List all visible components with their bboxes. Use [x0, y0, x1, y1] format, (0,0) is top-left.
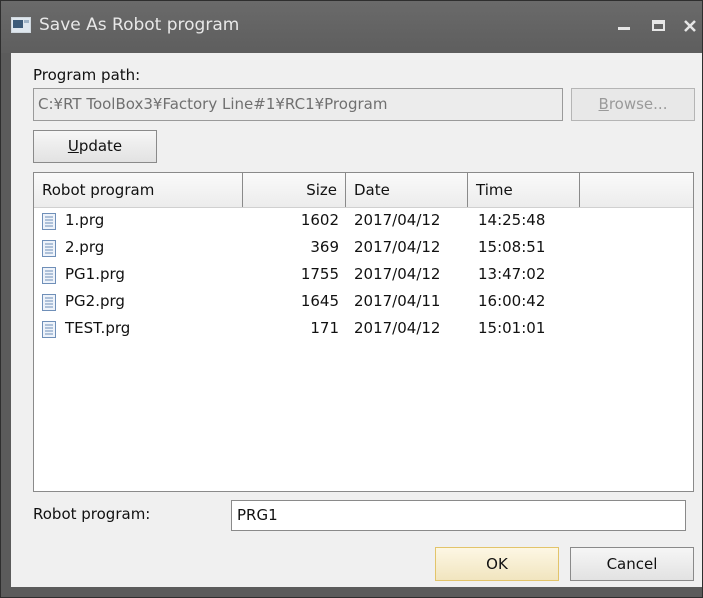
file-size: 369 [310, 238, 339, 256]
document-icon [42, 212, 56, 230]
browse-label: rowse... [608, 95, 668, 113]
browse-mnemonic: B [598, 95, 609, 113]
column-header-size[interactable]: Size [243, 173, 346, 207]
close-icon[interactable] [679, 14, 703, 38]
robot-program-input[interactable]: PRG1 [231, 500, 686, 531]
document-icon [42, 293, 56, 311]
robot-program-label: Robot program: [33, 505, 151, 523]
file-date: 2017/04/12 [354, 211, 441, 229]
file-date: 2017/04/12 [354, 265, 441, 283]
file-name: PG2.prg [65, 292, 125, 310]
file-time: 16:00:42 [478, 292, 546, 310]
list-header: Robot program Size Date Time [34, 173, 693, 208]
minimize-icon[interactable] [613, 14, 637, 38]
list-item[interactable]: PG1.prg 1755 2017/04/12 13:47:02 [34, 261, 693, 288]
list-item[interactable]: 2.prg 369 2017/04/12 15:08:51 [34, 234, 693, 261]
document-icon [42, 320, 56, 338]
file-size: 1645 [300, 292, 339, 310]
column-header-date[interactable]: Date [346, 173, 468, 207]
robot-program-list[interactable]: Robot program Size Date Time 1.prg 1602 … [33, 172, 694, 492]
ok-button[interactable]: OK [435, 547, 559, 581]
save-as-dialog: Save As Robot program Program path: C:¥R… [0, 0, 703, 598]
file-time: 15:08:51 [478, 238, 546, 256]
file-time: 13:47:02 [478, 265, 546, 283]
dialog-content: Program path: C:¥RT ToolBox3¥Factory Lin… [11, 53, 702, 587]
file-size: 1602 [300, 211, 339, 229]
file-name: 1.prg [65, 211, 105, 229]
window-app-icon [11, 16, 31, 34]
browse-button[interactable]: Browse... [571, 88, 695, 121]
file-name: 2.prg [65, 238, 105, 256]
file-name: TEST.prg [65, 319, 131, 337]
list-item[interactable]: 1.prg 1602 2017/04/12 14:25:48 [34, 207, 693, 234]
list-item[interactable]: PG2.prg 1645 2017/04/11 16:00:42 [34, 288, 693, 315]
file-time: 15:01:01 [478, 319, 546, 337]
file-time: 14:25:48 [478, 211, 546, 229]
list-item[interactable]: TEST.prg 171 2017/04/12 15:01:01 [34, 315, 693, 342]
file-name: PG1.prg [65, 265, 125, 283]
program-path-label: Program path: [33, 66, 141, 84]
file-date: 2017/04/12 [354, 319, 441, 337]
document-icon [42, 266, 56, 284]
column-header-time[interactable]: Time [468, 173, 580, 207]
maximize-icon[interactable] [647, 14, 671, 38]
title-bar[interactable]: Save As Robot program [1, 1, 702, 53]
update-mnemonic: U [67, 137, 79, 155]
list-rows: 1.prg 1602 2017/04/12 14:25:48 2.prg 369… [34, 207, 693, 342]
update-button[interactable]: Update [33, 130, 157, 163]
cancel-button[interactable]: Cancel [570, 547, 694, 581]
program-path-field[interactable]: C:¥RT ToolBox3¥Factory Line#1¥RC1¥Progra… [33, 88, 563, 121]
file-size: 1755 [300, 265, 339, 283]
window-title: Save As Robot program [39, 15, 240, 35]
file-date: 2017/04/11 [354, 292, 441, 310]
file-size: 171 [310, 319, 339, 337]
document-icon [42, 239, 56, 257]
file-date: 2017/04/12 [354, 238, 441, 256]
column-header-robot-program[interactable]: Robot program [34, 173, 243, 207]
update-label: pdate [78, 137, 123, 155]
